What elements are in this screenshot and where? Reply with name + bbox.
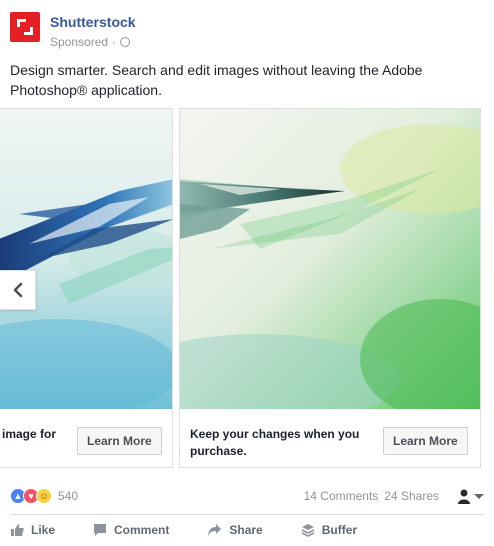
- chevron-down-icon[interactable]: [474, 493, 484, 499]
- card-1-caption: image for: [2, 427, 57, 441]
- viewer-avatar-icon[interactable]: [457, 488, 471, 504]
- like-button[interactable]: Like: [10, 523, 55, 537]
- post-header: Shutterstock Sponsored ·: [10, 12, 136, 50]
- sponsored-line: Sponsored ·: [50, 34, 136, 50]
- buffer-label: Buffer: [321, 523, 358, 537]
- shares-count[interactable]: 24 Shares: [384, 489, 439, 503]
- card-image-jet-left[interactable]: [0, 109, 172, 409]
- comment-icon: [94, 524, 107, 536]
- carousel-card-2[interactable]: Keep your changes when you purchase. Lea…: [179, 108, 481, 468]
- action-bar: Like Comment Share Buffer: [10, 520, 395, 540]
- reaction-count[interactable]: 540: [58, 489, 78, 503]
- chevron-left-icon: [13, 282, 22, 298]
- card-image-jet-right[interactable]: [180, 109, 480, 409]
- sponsored-label[interactable]: Sponsored: [50, 34, 108, 50]
- buffer-icon: [301, 524, 315, 537]
- carousel-prev-button[interactable]: [0, 270, 36, 310]
- divider: [10, 514, 484, 515]
- share-label: Share: [229, 523, 263, 537]
- comment-button[interactable]: Comment: [93, 523, 169, 537]
- share-icon: [208, 524, 222, 536]
- globe-icon: [120, 37, 131, 47]
- comment-label: Comment: [114, 523, 170, 537]
- card-2-caption: Keep your changes when you purchase.: [190, 427, 360, 458]
- like-label: Like: [31, 523, 56, 537]
- post-meta: Shutterstock Sponsored ·: [50, 12, 136, 50]
- haha-reaction-icon: ☺: [36, 488, 52, 504]
- post-description: Design smarter. Search and edit images w…: [10, 62, 423, 98]
- learn-more-button[interactable]: Learn More: [383, 427, 468, 455]
- thumbs-up-icon: [11, 524, 24, 536]
- share-button[interactable]: Share: [207, 523, 263, 537]
- reactions-stats: ▲ ♥ ☺ 540 14 Comments 24 Shares: [10, 486, 484, 506]
- learn-more-button[interactable]: Learn More: [77, 427, 162, 455]
- page-name-link[interactable]: Shutterstock: [50, 13, 136, 31]
- reaction-icons[interactable]: ▲ ♥ ☺ 540: [10, 488, 78, 504]
- separator: ·: [112, 35, 117, 49]
- stats-right: 14 Comments 24 Shares: [304, 488, 484, 504]
- shutterstock-logo-icon[interactable]: [10, 12, 40, 42]
- buffer-button[interactable]: Buffer: [301, 523, 357, 537]
- comments-count[interactable]: 14 Comments: [304, 489, 379, 503]
